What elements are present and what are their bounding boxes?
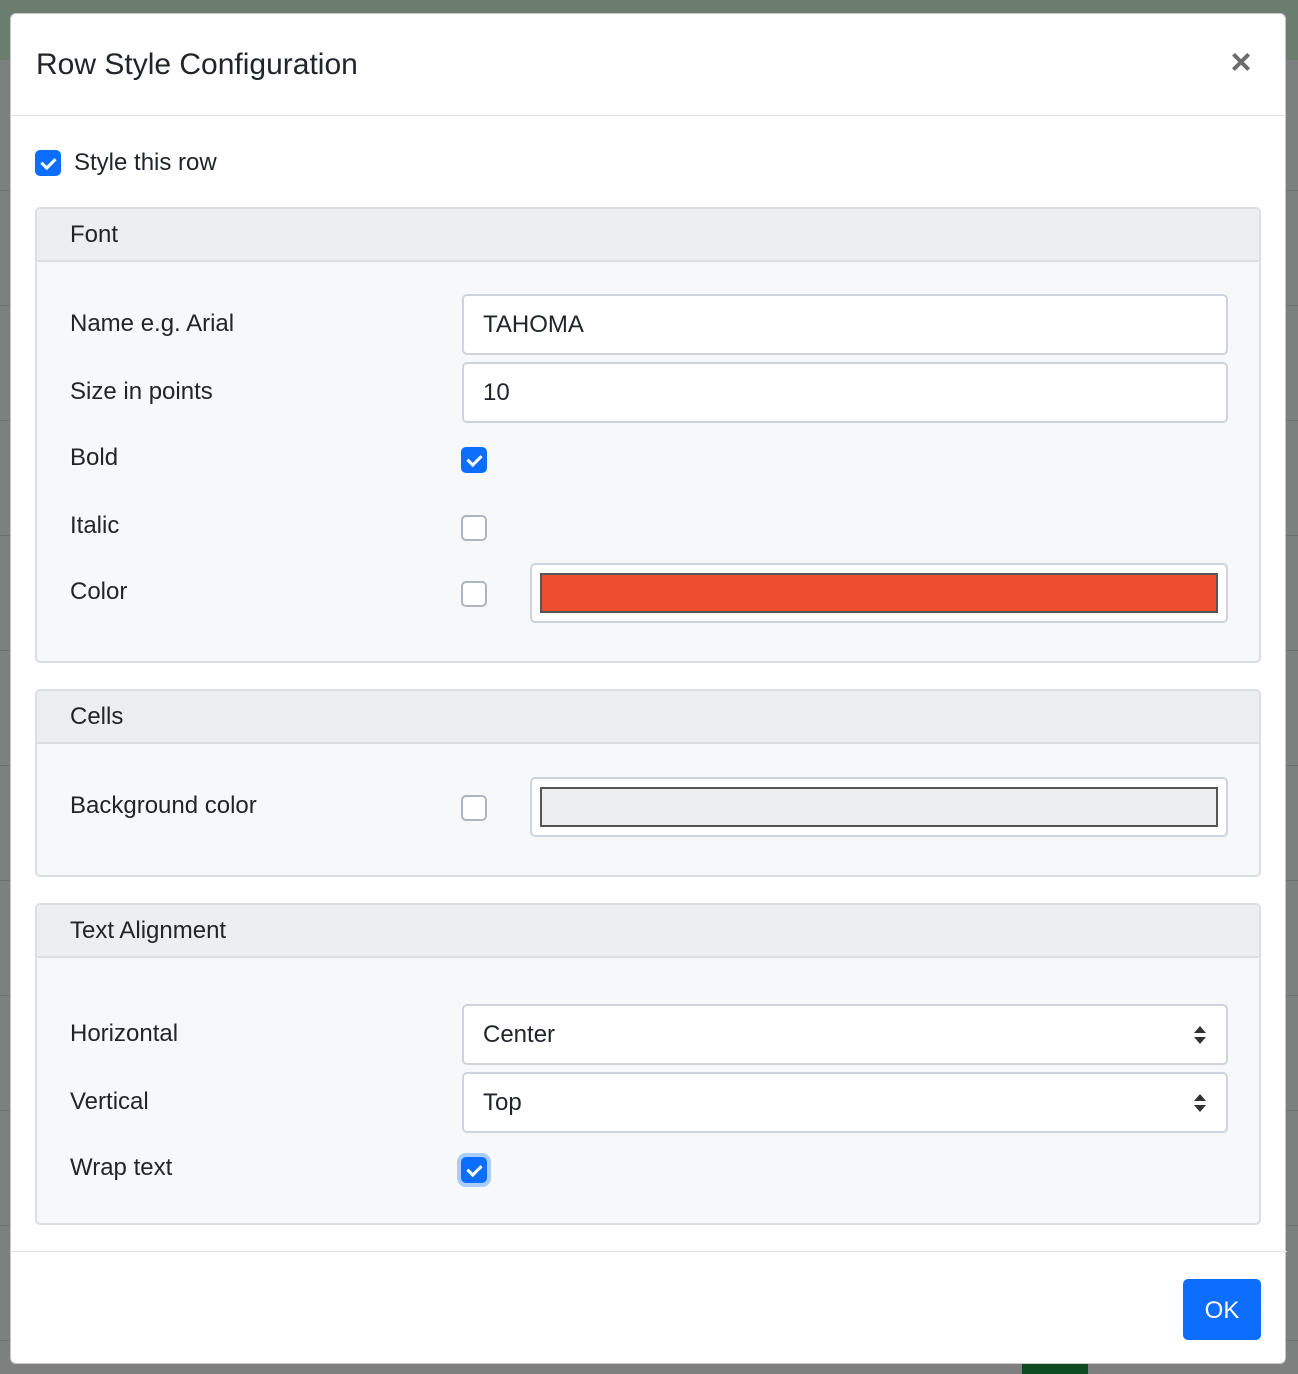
dialog-title: Row Style Configuration: [36, 48, 358, 81]
background-color-swatch: [540, 787, 1218, 827]
font-card-header: Font: [37, 209, 1259, 262]
row-style-dialog: Row Style Configuration × Style this row…: [10, 13, 1287, 1365]
background-color-checkbox[interactable]: [461, 795, 487, 821]
cells-card-header: Cells: [37, 691, 1259, 744]
style-row-checkbox[interactable]: [35, 150, 61, 176]
font-name-label: Name e.g. Arial: [70, 310, 235, 337]
cells-card-title: Cells: [70, 703, 124, 730]
font-name-value: TAHOMA: [483, 311, 584, 338]
text-alignment-card-header: Text Alignment: [37, 905, 1259, 958]
background-button: [1022, 1364, 1088, 1374]
horizontal-value: Center: [483, 1021, 556, 1048]
close-icon[interactable]: ×: [1223, 44, 1259, 80]
vertical-label: Vertical: [70, 1088, 149, 1115]
horizontal-select[interactable]: Center: [462, 1004, 1228, 1065]
select-arrows-icon: [1194, 1026, 1206, 1044]
wrap-text-checkbox[interactable]: [461, 1157, 487, 1183]
font-name-input[interactable]: TAHOMA: [462, 294, 1228, 355]
select-arrows-icon: [1194, 1094, 1206, 1112]
italic-label: Italic: [70, 512, 120, 539]
text-alignment-card-title: Text Alignment: [70, 917, 227, 944]
font-size-value: 10: [483, 379, 510, 406]
bold-checkbox[interactable]: [461, 447, 487, 473]
font-card-title: Font: [70, 221, 119, 248]
font-color-swatch: [540, 573, 1218, 613]
style-row-label: Style this row: [74, 149, 217, 176]
vertical-select[interactable]: Top: [462, 1072, 1228, 1133]
font-size-label: Size in points: [70, 378, 213, 405]
font-color-checkbox[interactable]: [461, 581, 487, 607]
bold-label: Bold: [70, 444, 119, 471]
horizontal-label: Horizontal: [70, 1020, 179, 1047]
background-color-label: Background color: [70, 792, 257, 819]
font-color-label: Color: [70, 578, 128, 605]
text-alignment-card: Text Alignment Horizontal Center Vertica…: [35, 903, 1261, 1225]
background-color-picker[interactable]: [530, 777, 1228, 837]
ok-button[interactable]: OK: [1183, 1279, 1261, 1340]
font-color-picker[interactable]: [530, 563, 1228, 623]
font-card: Font Name e.g. Arial TAHOMA Size in poin…: [35, 207, 1261, 663]
wrap-text-label: Wrap text: [70, 1154, 173, 1181]
dialog-footer: OK: [11, 1251, 1287, 1365]
font-size-input[interactable]: 10: [462, 362, 1228, 423]
dialog-header: Row Style Configuration ×: [11, 14, 1285, 116]
vertical-value: Top: [483, 1089, 522, 1116]
cells-card: Cells Background color: [35, 689, 1261, 877]
italic-checkbox[interactable]: [461, 515, 487, 541]
